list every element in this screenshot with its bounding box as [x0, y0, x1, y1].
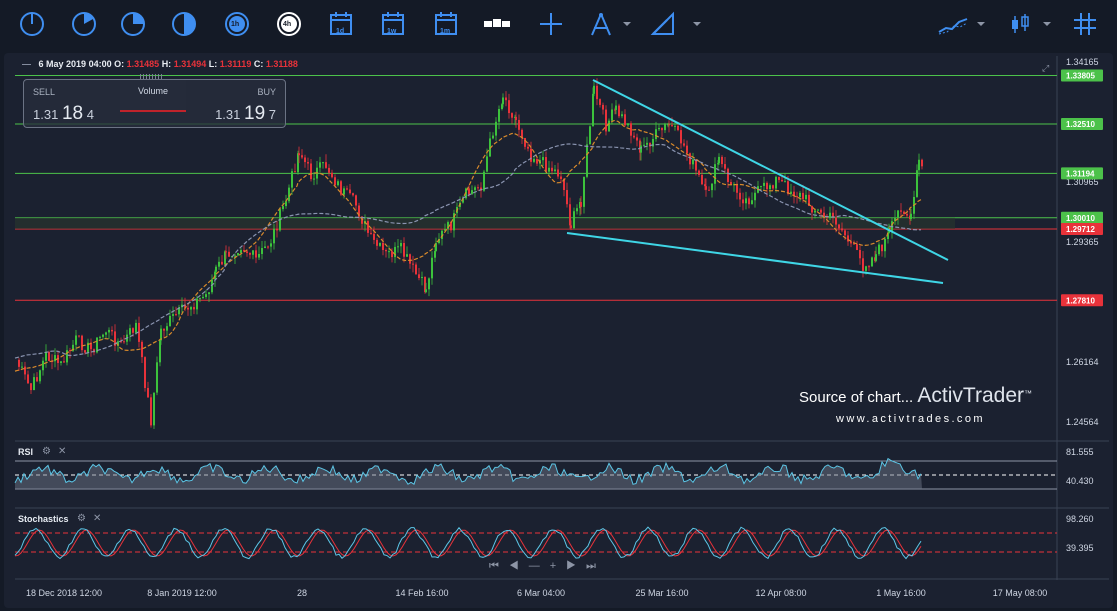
indicators-icon[interactable] — [936, 8, 970, 40]
chart-type-1-icon[interactable] — [15, 8, 49, 40]
buy-price-small: 1.31 — [215, 107, 241, 122]
toolbar: 1h 4h 1d 1w 1m — [0, 0, 1117, 48]
stochastics-label: Stochastics — [18, 514, 69, 524]
ohlc-date: 6 May 2019 04:00 — [38, 59, 112, 69]
chart-area[interactable] — [4, 53, 1113, 608]
timeframe-1h-label: 1h — [231, 21, 240, 28]
volume-tab[interactable]: Volume — [120, 80, 186, 112]
sell-price-small: 1.31 — [33, 107, 59, 122]
calendar-1w-label: 1w — [387, 28, 397, 35]
stochastics-close-icon[interactable]: ✕ — [93, 513, 101, 524]
watermark-line1: Source of chart... — [799, 389, 914, 406]
candle-width-icon[interactable] — [480, 8, 514, 40]
ohlc-c-label: C: — [253, 59, 264, 69]
rsi-close-icon[interactable]: ✕ — [58, 446, 66, 457]
buy-price-tail: 7 — [268, 107, 276, 122]
indicators-dropdown-icon[interactable] — [972, 8, 990, 40]
calendar-1m-button[interactable]: 1m — [429, 8, 463, 40]
timeframe-4h-label: 4h — [283, 21, 292, 28]
chart-type-4-icon[interactable] — [167, 8, 201, 40]
ohlc-l-label: L: — [208, 59, 218, 69]
buy-price-button[interactable]: 1.31 19 7 — [215, 103, 276, 125]
sell-label: SELL — [33, 87, 56, 97]
ohlc-o-label: O: — [114, 59, 125, 69]
drawing-tools-icon[interactable] — [584, 8, 618, 40]
chart-type-2-icon[interactable] — [67, 8, 101, 40]
buy-price-big: 19 — [244, 103, 266, 124]
sell-price-button[interactable]: 1.31 18 4 — [33, 103, 94, 125]
ohlc-h-label: H: — [161, 59, 172, 69]
sell-price-big: 18 — [61, 103, 84, 124]
ruler-dropdown-icon[interactable] — [688, 8, 706, 40]
ohlc-open: 1.31485 — [126, 59, 160, 69]
ohlc-header: — 6 May 2019 04:00 O: 1.31485 H: 1.31494… — [22, 59, 298, 69]
watermark-url: www.activtrades.com — [836, 413, 985, 425]
resize-icon[interactable]: ⤢ — [1042, 63, 1049, 74]
watermark-tm: ™ — [1024, 389, 1032, 398]
trade-panel: SELL BUY 1.31 18 4 1.31 19 7 Volume — [23, 79, 286, 128]
grid-icon[interactable] — [1068, 8, 1102, 40]
watermark-text: Source of chart... ActivTrader™ — [799, 384, 1032, 408]
rsi-settings-icon[interactable]: ⚙ — [42, 446, 51, 457]
timeframe-4h-button[interactable]: 4h — [272, 8, 306, 40]
chart-type-3-icon[interactable] — [116, 8, 150, 40]
calendar-1d-button[interactable]: 1d — [324, 8, 358, 40]
crosshair-icon[interactable] — [534, 8, 568, 40]
calendar-1w-button[interactable]: 1w — [376, 8, 410, 40]
buy-label: BUY — [257, 87, 276, 97]
drawing-tools-dropdown-icon[interactable] — [618, 8, 636, 40]
sell-price-tail: 4 — [86, 107, 94, 122]
watermark-brand: ActivTrader — [917, 384, 1024, 407]
ohlc-close: 1.31188 — [265, 59, 298, 69]
ohlc-low: 1.31119 — [219, 59, 252, 69]
timeframe-1h-button[interactable]: 1h — [220, 8, 254, 40]
ruler-icon[interactable] — [646, 8, 680, 40]
scroll-controls[interactable]: ⏮◀—+▶⏭ — [489, 560, 606, 573]
candlestick-type-icon[interactable] — [1003, 8, 1037, 40]
rsi-label: RSI — [18, 447, 34, 457]
stochastics-settings-icon[interactable]: ⚙ — [77, 513, 86, 524]
calendar-1m-label: 1m — [440, 28, 451, 35]
calendar-1d-label: 1d — [336, 28, 345, 35]
candlestick-type-dropdown-icon[interactable] — [1038, 8, 1056, 40]
ohlc-high: 1.31494 — [173, 59, 207, 69]
